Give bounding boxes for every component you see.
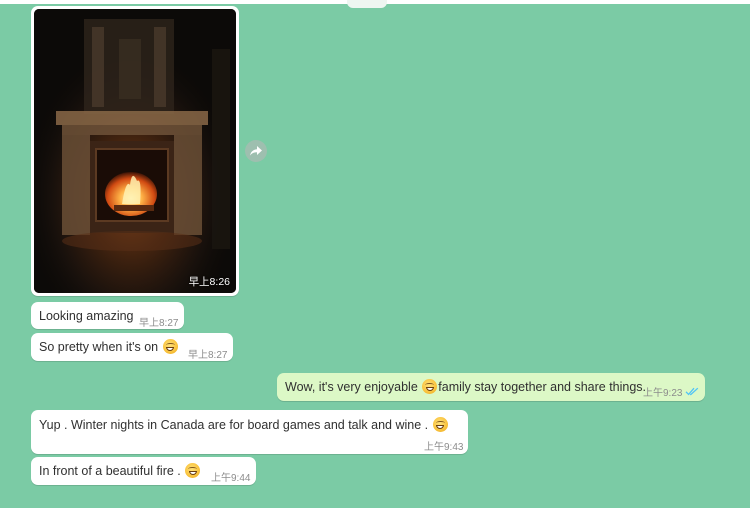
message-time: 上午9:43 [424, 442, 464, 453]
emoji-grinning-icon [432, 417, 448, 432]
emoji-grinning-icon [185, 463, 201, 478]
forward-button[interactable] [245, 140, 267, 162]
image-message[interactable]: 早上8:26 [31, 6, 239, 296]
message-text: Looking amazing [39, 309, 134, 323]
message-time: 早上8:26 [188, 276, 230, 288]
message-text: So pretty when it's on [39, 339, 179, 355]
message-time: 早上8:27 [188, 350, 228, 361]
message-text: Wow, it's very enjoyable family stay tog… [285, 379, 646, 395]
incoming-message[interactable]: In front of a beautiful fire . 上午9:44 [31, 457, 256, 485]
message-text-after: family stay together and share things. [438, 380, 647, 394]
message-text: In front of a beautiful fire . [39, 463, 201, 479]
message-text-content: So pretty when it's on [39, 340, 159, 354]
incoming-message[interactable]: So pretty when it's on 早上8:27 [31, 333, 233, 361]
emoji-grinning-icon [422, 379, 438, 394]
fireplace-image [34, 9, 236, 293]
double-check-icon [685, 387, 699, 396]
message-time: 早上8:27 [139, 318, 179, 329]
message-text-content: Yup . Winter nights in Canada are for bo… [39, 418, 429, 432]
incoming-message[interactable]: Yup . Winter nights in Canada are for bo… [31, 410, 468, 454]
message-text: Yup . Winter nights in Canada are for bo… [39, 417, 449, 433]
fireplace-photo[interactable]: 早上8:26 [34, 9, 236, 293]
message-text-content: In front of a beautiful fire . [39, 464, 181, 478]
emoji-grinning-icon [162, 339, 178, 354]
bottom-frame [0, 508, 750, 524]
incoming-message[interactable]: Looking amazing 早上8:27 [31, 302, 184, 329]
outgoing-message[interactable]: Wow, it's very enjoyable family stay tog… [277, 373, 705, 401]
message-text-before: Wow, it's very enjoyable [285, 380, 418, 394]
top-tab [347, 0, 387, 8]
message-time: 上午9:44 [211, 473, 251, 484]
forward-icon [250, 146, 262, 156]
message-time: 上午9:23 [643, 388, 683, 399]
